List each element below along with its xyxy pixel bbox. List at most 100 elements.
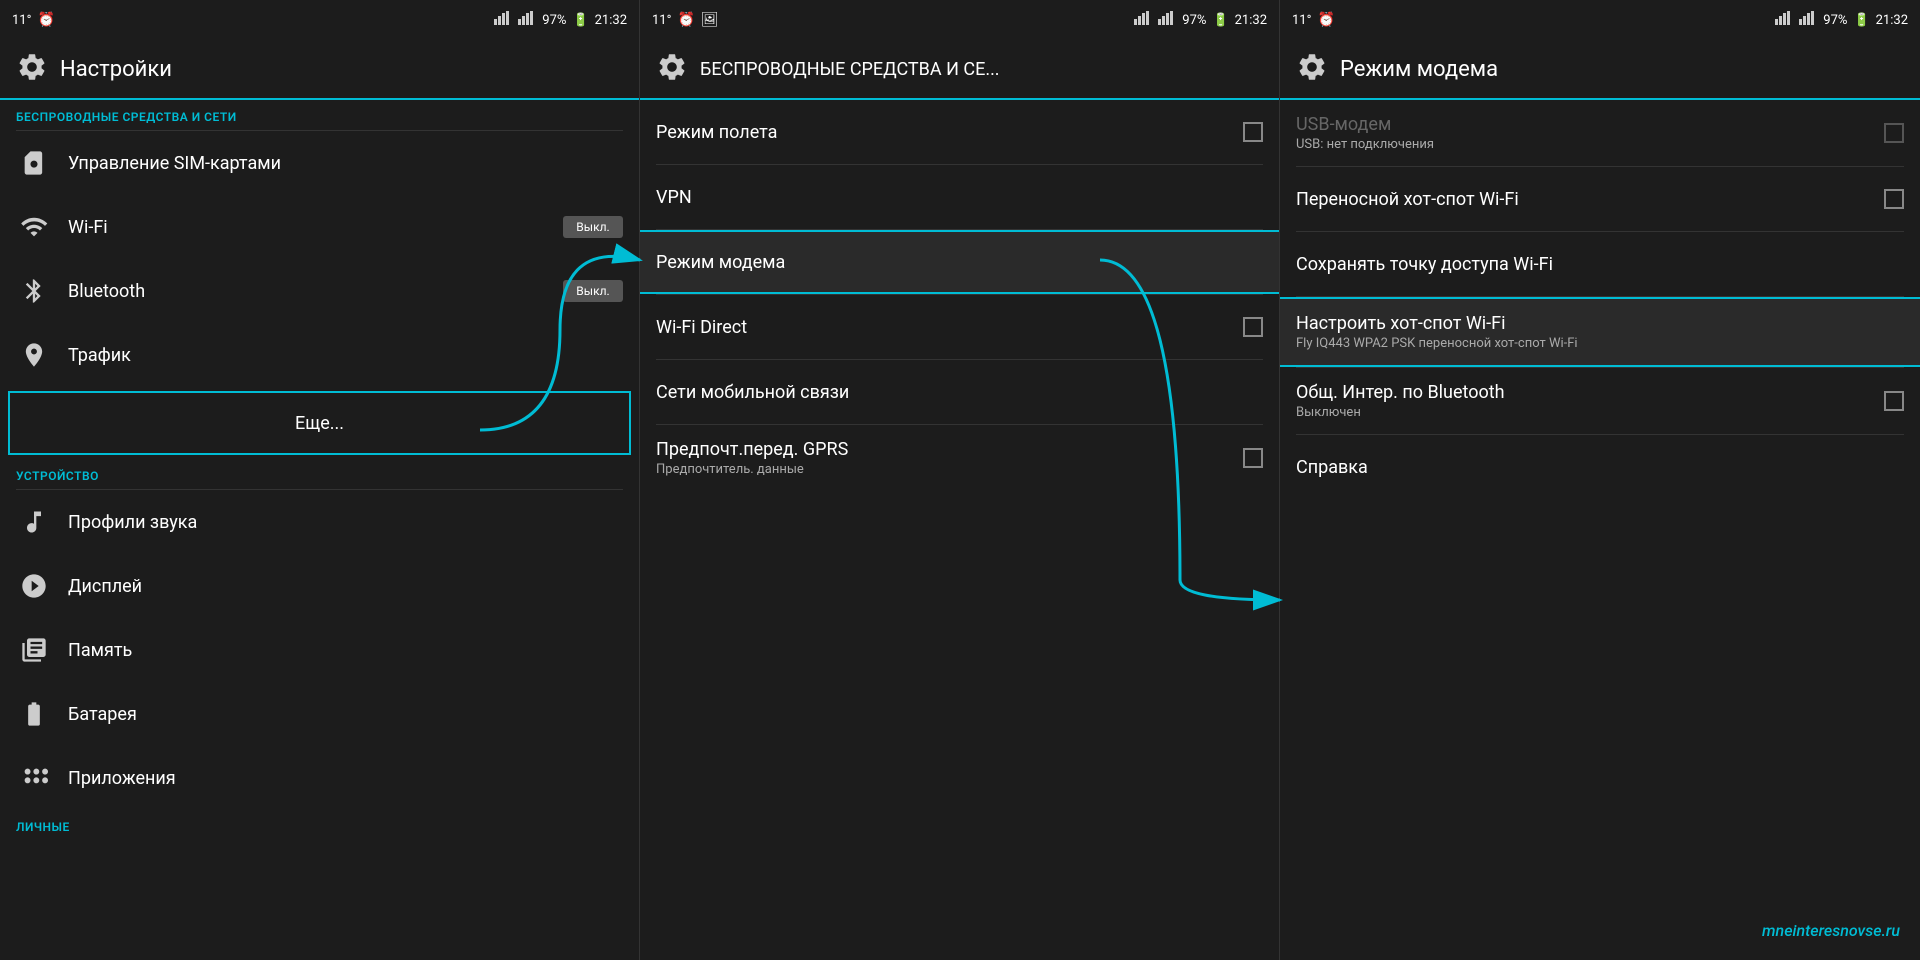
usb-sub: USB: нет подключения [1296,137,1868,152]
settings-icon-1 [16,51,48,87]
signal-icon-6 [1799,11,1817,29]
usb-checkbox [1884,123,1904,143]
modem-label: Режим модема [656,252,1263,273]
modem-content: Режим модема [656,252,1263,273]
signal-icon-2 [518,11,536,29]
traffic-label: Трафик [68,345,623,366]
battery-label: Батарея [68,704,623,725]
signal-icon-5 [1775,11,1793,29]
apps-icon [16,760,52,796]
temperature-2: 11° [652,13,671,28]
panel-2: 11° ⏰ 🖼 97% 🔋 21:32 БЕСПРОВОДНЫЕ СРЕДСТВ… [640,0,1280,960]
airplane-label: Режим полета [656,122,1227,143]
bt-share-sub: Выключен [1296,405,1868,420]
hotspot-checkbox[interactable] [1884,189,1904,209]
status-bar-1: 11° ⏰ 97% 🔋 21:32 [0,0,639,40]
photo-icon-2: 🖼 [701,12,719,28]
menu-item-hotspot[interactable]: Переносной хот-спот Wi-Fi [1280,167,1920,231]
bt-share-checkbox[interactable] [1884,391,1904,411]
menu-item-sim[interactable]: Управление SIM-картами [0,131,639,195]
menu-item-memory[interactable]: Память [0,618,639,682]
menu-item-mobile[interactable]: Сети мобильной связи [640,360,1279,424]
airplane-content: Режим полета [656,122,1227,143]
configure-hotspot-sub: Fly IQ443 WPA2 PSK переносной хот-спот W… [1296,336,1904,351]
panel-1: 11° ⏰ 97% 🔋 21:32 Настройки БЕСПРОВОДНЫЕ… [0,0,640,960]
mobile-label: Сети мобильной связи [656,382,1263,403]
bt-share-label: Общ. Интер. по Bluetooth [1296,382,1868,403]
battery-2: 97% [1182,13,1206,28]
help-content: Справка [1296,457,1904,478]
menu-item-gprs[interactable]: Предпочт.перед. GPRS Предпочтитель. данн… [640,425,1279,491]
wifi-toggle[interactable]: Выкл. [563,216,623,238]
status-left-2: 11° ⏰ 🖼 [652,12,719,28]
sound-icon [16,504,52,540]
page-title-2: БЕСПРОВОДНЫЕ СРЕДСТВА И СЕ... [700,59,1000,80]
more-label: Еще... [26,413,613,434]
vpn-content: VPN [656,187,1263,208]
airplane-checkbox[interactable] [1243,122,1263,142]
menu-item-modem[interactable]: Режим модема [640,230,1279,294]
menu-item-help[interactable]: Справка [1280,435,1920,499]
battery-icon-3: 🔋 [1853,13,1869,28]
section-label-1: БЕСПРОВОДНЫЕ СРЕДСТВА И СЕТИ [0,100,639,130]
menu-item-display[interactable]: Дисплей [0,554,639,618]
gprs-checkbox[interactable] [1243,448,1263,468]
menu-item-profiles[interactable]: Профили звука [0,490,639,554]
status-left-1: 11° ⏰ [12,12,55,28]
bluetooth-icon [16,273,52,309]
hotspot-label: Переносной хот-спот Wi-Fi [1296,189,1868,210]
menu-item-traffic[interactable]: Трафик [0,323,639,387]
menu-item-usb: USB-модем USB: нет подключения [1280,100,1920,166]
signal-icon-3 [1134,11,1152,29]
wifidirect-content: Wi-Fi Direct [656,317,1227,338]
bt-share-content: Общ. Интер. по Bluetooth Выключен [1296,382,1868,420]
status-bar-2: 11° ⏰ 🖼 97% 🔋 21:32 [640,0,1279,40]
menu-item-bt-share[interactable]: Общ. Интер. по Bluetooth Выключен [1280,368,1920,434]
wifi-label: Wi-Fi [68,217,547,238]
menu-item-apps[interactable]: Приложения [0,746,639,810]
configure-hotspot-label: Настроить хот-спот Wi-Fi [1296,313,1904,334]
menu-item-wifidirect[interactable]: Wi-Fi Direct [640,295,1279,359]
time-2: 21:32 [1235,13,1267,28]
clock-icon-2: ⏰ [677,12,694,28]
menu-item-save-hotspot[interactable]: Сохранять точку доступа Wi-Fi [1280,232,1920,296]
clock-icon-1: ⏰ [37,12,54,28]
status-bar-3: 11° ⏰ 97% 🔋 21:32 [1280,0,1920,40]
bluetooth-toggle[interactable]: Выкл. [563,280,623,302]
menu-item-more[interactable]: Еще... [8,391,631,455]
page-title-3: Режим модема [1340,57,1498,82]
clock-icon-3: ⏰ [1317,12,1334,28]
wifidirect-checkbox[interactable] [1243,317,1263,337]
menu-item-wifi[interactable]: Wi-Fi Выкл. [0,195,639,259]
battery-1: 97% [542,13,566,28]
vpn-label: VPN [656,187,1263,208]
title-bar-3: Режим модема [1280,40,1920,100]
traffic-icon [16,337,52,373]
battery-item-icon [16,696,52,732]
menu-item-bluetooth[interactable]: Bluetooth Выкл. [0,259,639,323]
title-bar-2: БЕСПРОВОДНЫЕ СРЕДСТВА И СЕ... [640,40,1279,100]
memory-icon [16,632,52,668]
profiles-label: Профили звука [68,512,623,533]
help-label: Справка [1296,457,1904,478]
website-link: mneinteresnovse.ru [1762,921,1900,940]
signal-icon-1 [494,11,512,29]
usb-label: USB-модем [1296,114,1868,135]
battery-3: 97% [1823,13,1847,28]
time-1: 21:32 [595,13,627,28]
apps-label: Приложения [68,768,623,789]
sim-icon [16,145,52,181]
title-bar-1: Настройки [0,40,639,100]
menu-item-airplane[interactable]: Режим полета [640,100,1279,164]
page-title-1: Настройки [60,57,172,82]
display-label: Дисплей [68,576,623,597]
menu-item-vpn[interactable]: VPN [640,165,1279,229]
section-label-2: УСТРОЙСТВО [0,459,639,489]
menu-item-configure-hotspot[interactable]: Настроить хот-спот Wi-Fi Fly IQ443 WPA2 … [1280,297,1920,367]
hotspot-content: Переносной хот-спот Wi-Fi [1296,189,1868,210]
panel-3: 11° ⏰ 97% 🔋 21:32 Режим модема USB-модем [1280,0,1920,960]
time-3: 21:32 [1876,13,1908,28]
menu-item-battery[interactable]: Батарея [0,682,639,746]
battery-icon-2: 🔋 [1212,13,1228,28]
wifidirect-label: Wi-Fi Direct [656,317,1227,338]
